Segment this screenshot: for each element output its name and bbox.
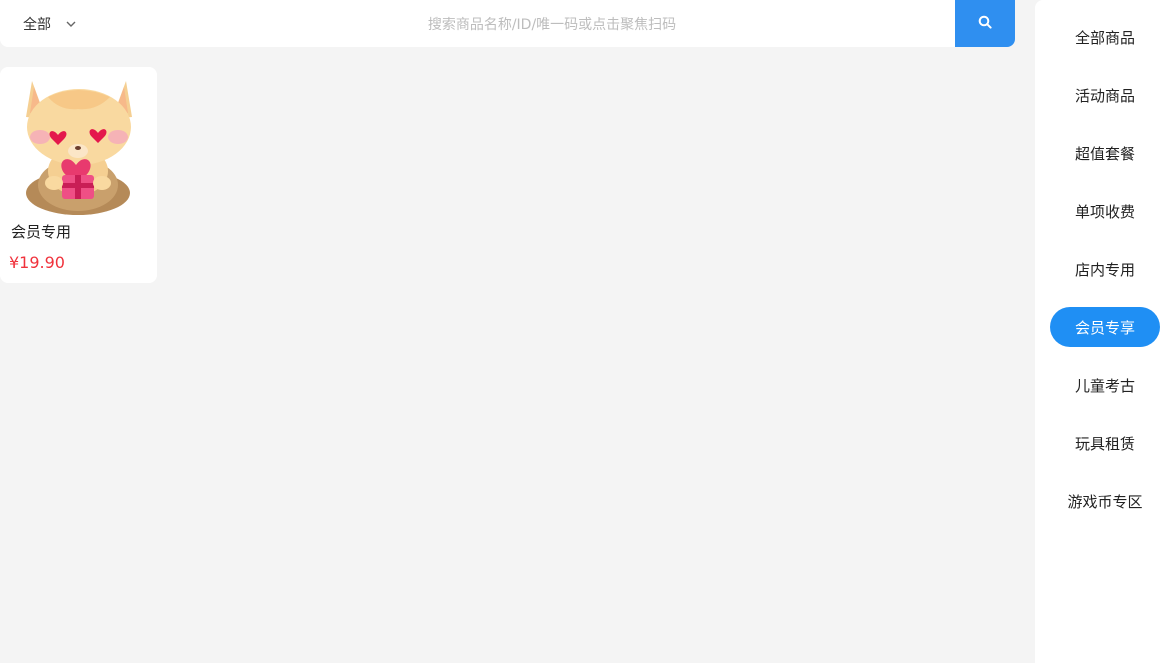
category-item-single-charge[interactable]: 单项收费 <box>1050 191 1160 231</box>
search-scope-dropdown[interactable]: 全部 <box>23 0 77 47</box>
search-icon <box>978 14 992 33</box>
category-item-all[interactable]: 全部商品 <box>1050 17 1160 57</box>
product-image <box>18 75 140 217</box>
category-sidebar: 全部商品 活动商品 超值套餐 单项收费 店内专用 会员专享 儿童考古 玩具租赁 … <box>1035 0 1161 663</box>
category-item-promotion[interactable]: 活动商品 <box>1050 75 1160 115</box>
chevron-down-icon <box>65 18 77 30</box>
product-name: 会员专用 <box>11 223 72 241</box>
search-scope-label: 全部 <box>23 16 51 33</box>
category-item-member[interactable]: 会员专享 <box>1050 307 1160 347</box>
category-item-bundle[interactable]: 超值套餐 <box>1050 133 1160 173</box>
category-item-game-coins[interactable]: 游戏币专区 <box>1050 481 1160 521</box>
product-price: ¥19.90 <box>9 253 65 272</box>
category-item-in-store[interactable]: 店内专用 <box>1050 249 1160 289</box>
category-item-kids-archaeology[interactable]: 儿童考古 <box>1050 365 1160 405</box>
product-card[interactable]: 会员专用 ¥19.90 <box>0 67 157 283</box>
search-button[interactable] <box>955 0 1015 47</box>
category-item-toy-rental[interactable]: 玩具租赁 <box>1050 423 1160 463</box>
search-bar: 全部 <box>0 0 1015 49</box>
search-input[interactable] <box>150 0 954 49</box>
